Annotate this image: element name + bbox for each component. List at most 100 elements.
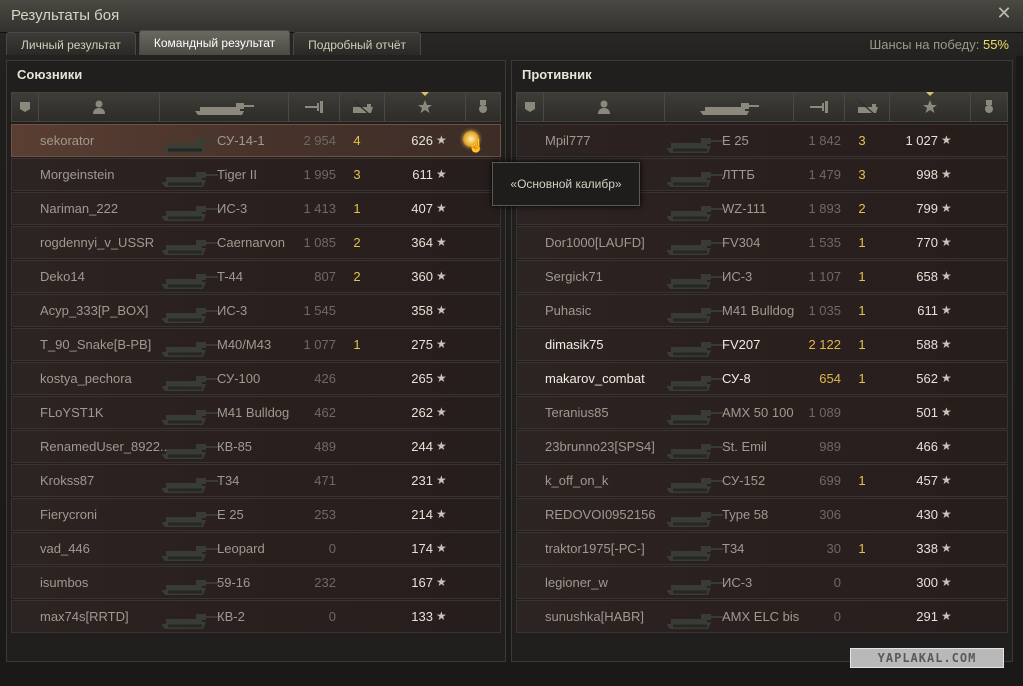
medal-slot[interactable] [460,465,482,496]
experience-value: 611 [917,303,938,318]
medal-slot[interactable] [965,227,987,258]
medal-slot[interactable] [965,261,987,292]
damage-column-icon[interactable] [794,93,845,121]
medal-slot[interactable] [460,227,482,258]
player-row[interactable]: legioner_w ИС-3 0 300 ★ [516,566,1008,599]
player-column-icon[interactable] [39,93,160,121]
medal-slot[interactable] [965,465,987,496]
player-row[interactable]: FLoYST1K M41 Bulldog 462 262 ★ [11,396,501,429]
kills-column-icon[interactable] [845,93,890,121]
tab-team-result[interactable]: Командный результат [138,30,291,55]
player-row[interactable]: Puhasic M41 Bulldog 1 035 1 611 ★ [516,294,1008,327]
scrollbar[interactable] [1016,56,1023,676]
experience-column-icon[interactable] [890,92,971,121]
player-row[interactable]: Nariman_222 ИС-3 1 413 1 407 ★ [11,192,501,225]
kills-column-icon[interactable] [340,93,385,121]
tank-icon [162,261,218,292]
medal-slot[interactable] [460,567,482,598]
tab-personal-result[interactable]: Личный результат [6,32,136,55]
player-row[interactable]: sekorator СУ-14-1 2 954 4 626 ★ [11,124,501,157]
star-icon: ★ [436,507,447,521]
allies-header [11,92,501,122]
medal-slot[interactable] [965,125,987,156]
player-row[interactable]: Acyp_333[P_BOX] ИС-3 1 545 358 ★ [11,294,501,327]
player-row[interactable]: T_90_Snake[B-PB] M40/M43 1 077 1 275 ★ [11,328,501,361]
kills-value [342,499,372,530]
medal-slot[interactable] [460,431,482,462]
medal-slot[interactable] [460,193,482,224]
player-row[interactable]: Morgeinstein Tiger II 1 995 3 611 ★ [11,158,501,191]
medal-slot[interactable] [965,159,987,190]
medal-slot[interactable] [965,397,987,428]
tank-icon [667,227,723,258]
damage-value: 253 [314,507,336,522]
tank-icon [667,261,723,292]
kills-value: 1 [858,473,866,488]
medal-slot[interactable] [460,601,482,632]
player-row[interactable]: kostya_pechora СУ-100 426 265 ★ [11,362,501,395]
player-row[interactable]: makarov_combat СУ-8 654 1 562 ★ [516,362,1008,395]
player-row[interactable]: k_off_on_k СУ-152 699 1 457 ★ [516,464,1008,497]
player-row[interactable]: 23brunno23[SPS4] St. Emil 989 466 ★ [516,430,1008,463]
medal-slot[interactable] [965,329,987,360]
vehicle-column-icon[interactable] [665,93,794,121]
medals-column-icon[interactable] [971,93,1006,121]
enemies-panel: Противник Mpil777 E 25 1 842 3 1 027 ★ Л… [511,60,1013,662]
player-row[interactable]: Deko14 T-44 807 2 360 ★ [11,260,501,293]
damage-column-icon[interactable] [289,93,340,121]
medal-slot[interactable] [460,295,482,326]
player-row[interactable]: max74s[RRTD] КВ-2 0 133 ★ [11,600,501,633]
medal-slot[interactable] [965,363,987,394]
tab-detailed-report[interactable]: Подробный отчёт [293,32,422,55]
player-row[interactable]: Krokss87 T34 471 231 ★ [11,464,501,497]
damage-value: 232 [314,575,336,590]
damage-value: 30 [826,541,841,556]
star-icon: ★ [941,507,952,521]
experience-value: 300 [916,575,938,590]
player-row[interactable]: Sergick71 ИС-3 1 107 1 658 ★ [516,260,1008,293]
tank-icon [162,329,218,360]
medal-slot[interactable] [965,295,987,326]
player-row[interactable]: dimasik75 FV207 2 122 1 588 ★ [516,328,1008,361]
medal-slot[interactable] [460,499,482,530]
vehicle-column-icon[interactable] [160,93,289,121]
tank-icon [162,465,218,496]
player-row[interactable]: vad_446 Leopard 0 174 ★ [11,532,501,565]
tank-icon [667,193,723,224]
medal-slot[interactable] [460,261,482,292]
experience-value: 611 [412,167,433,182]
player-row[interactable]: Teranius85 AMX 50 100 1 089 501 ★ [516,396,1008,429]
medal-slot[interactable] [965,499,987,530]
platoon-column-icon[interactable] [517,93,544,121]
medal-slot[interactable] [460,533,482,564]
medal-slot[interactable] [460,363,482,394]
player-row[interactable]: Fierycroni E 25 253 214 ★ [11,498,501,531]
player-row[interactable]: Mpil777 E 25 1 842 3 1 027 ★ [516,124,1008,157]
medal-slot[interactable] [965,567,987,598]
player-row[interactable]: isumbos 59-16 232 167 ★ [11,566,501,599]
medal-slot[interactable] [965,431,987,462]
medal-slot[interactable] [965,533,987,564]
medals-column-icon[interactable] [466,93,499,121]
tank-icon [667,397,723,428]
player-row[interactable]: RenamedUser_8922.. КВ-85 489 244 ★ [11,430,501,463]
player-row[interactable]: traktor1975[-PC-] T34 30 1 338 ★ [516,532,1008,565]
damage-value: 489 [314,439,336,454]
experience-column-icon[interactable] [385,92,466,121]
player-column-icon[interactable] [544,93,665,121]
star-icon: ★ [436,609,447,623]
close-icon[interactable]: ✕ [995,4,1013,22]
medal-slot[interactable] [460,159,482,190]
player-row[interactable]: Dor1000[LAUFD] FV304 1 535 1 770 ★ [516,226,1008,259]
medal-slot[interactable] [965,193,987,224]
tank-icon [667,567,723,598]
medal-slot[interactable] [460,397,482,428]
kills-value [342,567,372,598]
star-icon: ★ [436,133,447,147]
player-row[interactable]: REDOVOI0952156 Type 58 306 430 ★ [516,498,1008,531]
medal-slot[interactable] [460,329,482,360]
player-row[interactable]: rogdennyi_v_USSR Caernarvon 1 085 2 364 ★ [11,226,501,259]
platoon-column-icon[interactable] [12,93,39,121]
medal-slot[interactable] [965,601,987,632]
player-row[interactable]: sunushka[HABR] AMX ELC bis 0 291 ★ [516,600,1008,633]
